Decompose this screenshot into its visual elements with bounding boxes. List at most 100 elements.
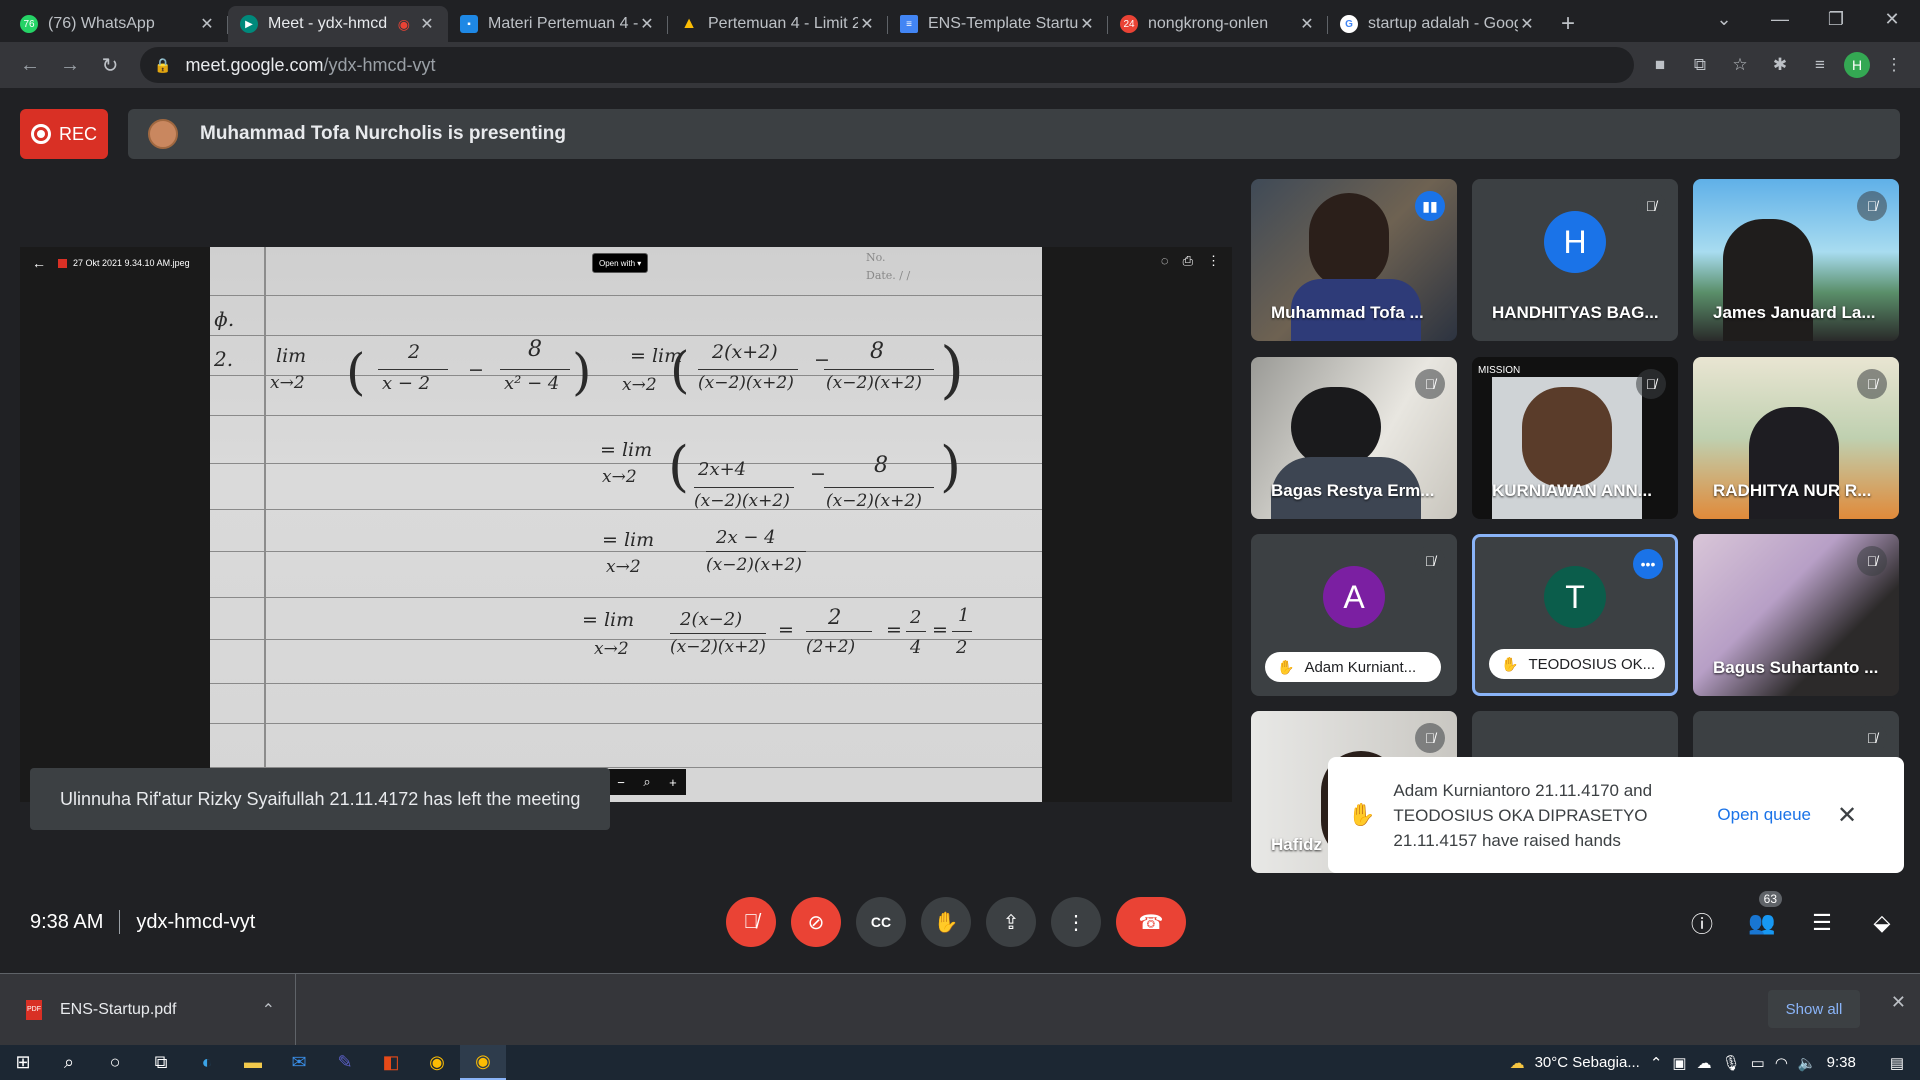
close-icon[interactable]: ✕ [638, 14, 656, 34]
mic-toggle-button[interactable]: 🎙̸ [726, 897, 776, 947]
meeting-controls: 9:38 AM ydx-hmcd-vyt 🎙̸ ⊘ CC ✋ ⇪ ⋮ ☎ ⓘ 👥… [0, 880, 1920, 968]
meet-tray-icon[interactable]: ▣ [1672, 1054, 1686, 1072]
participant-tile[interactable]: T ••• ✋ TEODOSIUS OK... [1472, 534, 1678, 696]
extensions-icon[interactable]: ✱ [1764, 49, 1796, 81]
open-with-button[interactable]: Open with ▾ [592, 253, 649, 273]
open-queue-button[interactable]: Open queue [1717, 805, 1811, 825]
participant-name: TEODOSIUS OK... [1528, 655, 1656, 673]
forward-button[interactable]: → [50, 45, 90, 85]
chevron-up-icon[interactable]: ⌃ [1650, 1054, 1663, 1072]
handwritten-text: 8 [870, 339, 884, 364]
minimize-button[interactable]: — [1752, 0, 1808, 38]
participant-avatar: A [1323, 566, 1385, 628]
battery-icon[interactable]: ▭ [1751, 1054, 1765, 1072]
captions-button[interactable]: CC [856, 897, 906, 947]
tab-search-icon[interactable]: ⌄ [1696, 0, 1752, 38]
close-icon[interactable]: ✕ [1837, 801, 1857, 830]
close-icon[interactable]: ✕ [418, 14, 436, 34]
add-comment-icon[interactable]: ◌ [1161, 253, 1169, 269]
more-options-icon[interactable]: ⋮ [1207, 253, 1220, 269]
activities-icon[interactable]: ⬙ [1864, 905, 1900, 941]
handwritten-text: 4 [910, 637, 922, 658]
search-icon[interactable]: ⌕ [46, 1045, 92, 1080]
zoom-icon[interactable]: ⌕ [643, 774, 650, 790]
maximize-button[interactable]: ❐ [1808, 0, 1864, 38]
close-icon[interactable]: ✕ [1298, 14, 1316, 34]
open-external-icon[interactable]: ⧉ [1684, 49, 1716, 81]
tab-ens[interactable]: ≡ ENS-Template Startup ✕ [888, 6, 1108, 42]
close-icon[interactable]: ✕ [858, 14, 876, 34]
new-tab-button[interactable]: + [1548, 6, 1588, 42]
download-item[interactable]: PDF ENS-Startup.pdf ⌃ [0, 973, 296, 1046]
address-bar[interactable]: 🔒 meet.google.com/ydx-hmcd-vyt [140, 47, 1634, 83]
office-icon[interactable]: ◧ [368, 1045, 414, 1080]
tab-meet[interactable]: ▶ Meet - ydx-hmcd ◉ ✕ [228, 6, 448, 42]
mail-icon[interactable]: ✉ [276, 1045, 322, 1080]
windows-start-icon[interactable]: ⊞ [0, 1045, 46, 1080]
chrome-active-icon[interactable]: ◉ [460, 1045, 506, 1080]
close-icon[interactable]: ✕ [1518, 14, 1536, 34]
tab-whatsapp[interactable]: 76 (76) WhatsApp ✕ [8, 6, 228, 42]
whiteboard-icon[interactable]: ✎ [322, 1045, 368, 1080]
cloud-icon[interactable]: ☁ [1697, 1054, 1712, 1072]
chrome-icon[interactable]: ◉ [414, 1045, 460, 1080]
image-file-icon [58, 258, 67, 268]
chevron-up-icon[interactable]: ⌃ [262, 1000, 275, 1020]
present-button[interactable]: ⇪ [986, 897, 1036, 947]
handwritten-paren: ( [670, 341, 690, 399]
profile-avatar[interactable]: H [1844, 52, 1870, 78]
weather-text[interactable]: 30°C Sebagia... [1535, 1054, 1640, 1071]
show-all-button[interactable]: Show all [1768, 990, 1860, 1028]
wifi-icon[interactable]: ◠ [1775, 1054, 1788, 1072]
participant-name: Bagus Suhartanto ... [1713, 658, 1879, 677]
tab-materi[interactable]: ▪ Materi Pertemuan 4 - ✕ [448, 6, 668, 42]
leave-call-button[interactable]: ☎ [1116, 897, 1186, 947]
taskbar-clock[interactable]: 9:38 [1827, 1054, 1856, 1071]
cortana-icon[interactable]: ○ [92, 1045, 138, 1080]
participant-tile[interactable]: 🎙̸ James Januard La... [1693, 179, 1899, 341]
edge-icon[interactable]: ◐ [184, 1045, 230, 1080]
volume-icon[interactable]: 🔈 [1798, 1054, 1817, 1072]
pdf-icon: PDF [26, 999, 42, 1020]
participant-tile[interactable]: 🎙̸ Bagus Suhartanto ... [1693, 534, 1899, 696]
shared-screen: ɸ. 2. lim x→2 ( 2 x − 2 − 8 x² − 4 ) = l… [20, 247, 1232, 802]
print-icon[interactable]: ⎙ [1183, 253, 1193, 269]
handwritten-text: lim [276, 345, 307, 367]
close-icon[interactable]: ✕ [1078, 14, 1096, 34]
bookmark-star-icon[interactable]: ☆ [1724, 49, 1756, 81]
file-explorer-icon[interactable]: ▬ [230, 1045, 276, 1080]
meeting-details-icon[interactable]: ⓘ [1684, 905, 1720, 941]
participant-avatar: T [1544, 566, 1606, 628]
media-control-icon[interactable]: ≡ [1804, 49, 1836, 81]
tab-pertemuan[interactable]: ▲ Pertemuan 4 - Limit 2 ✕ [668, 6, 888, 42]
back-arrow-icon[interactable]: ← [32, 255, 46, 271]
zoom-out-icon[interactable]: − [617, 775, 625, 790]
chat-icon[interactable]: ☰ [1804, 905, 1840, 941]
participant-tile[interactable]: 🎙̸ Bagas Restya Erm... [1251, 357, 1457, 519]
reload-button[interactable]: ↻ [90, 45, 130, 85]
close-window-button[interactable]: ✕ [1864, 0, 1920, 38]
camera-toggle-button[interactable]: ⊘ [791, 897, 841, 947]
microphone-icon[interactable]: 🎙 [1722, 1054, 1741, 1072]
task-view-icon[interactable]: ⧉ [138, 1045, 184, 1080]
back-button[interactable]: ← [10, 45, 50, 85]
close-icon[interactable]: ✕ [1891, 992, 1906, 1013]
zoom-in-icon[interactable]: + [669, 775, 677, 790]
camera-icon[interactable]: ■ [1644, 49, 1676, 81]
tab-nongkrong[interactable]: 24 nongkrong-onlen ✕ [1108, 6, 1328, 42]
more-options-button[interactable]: ⋮ [1051, 897, 1101, 947]
tab-google[interactable]: G startup adalah - Goog ✕ [1328, 6, 1548, 42]
raise-hand-button[interactable]: ✋ [921, 897, 971, 947]
participant-tile[interactable]: MISSION 🎙̸ KURNIAWAN ANN... [1472, 357, 1678, 519]
participant-name: Muhammad Tofa ... [1271, 303, 1424, 322]
more-options-icon[interactable]: ••• [1633, 549, 1663, 579]
participant-tile[interactable]: H 🎙̸ HANDHITYAS BAG... [1472, 179, 1678, 341]
participant-tile[interactable]: ▮▮ Muhammad Tofa ... [1251, 179, 1457, 341]
close-icon[interactable]: ✕ [198, 14, 216, 34]
participant-tile[interactable]: A 🎙̸ ✋ Adam Kurniant... [1251, 534, 1457, 696]
notifications-icon[interactable]: ▤ [1890, 1054, 1904, 1072]
people-icon[interactable]: 👥 63 [1744, 891, 1782, 941]
menu-icon[interactable]: ⋮ [1878, 49, 1910, 81]
handwritten-text: (x−2)(x+2) [698, 373, 794, 393]
participant-tile[interactable]: 🎙̸ RADHITYA NUR R... [1693, 357, 1899, 519]
